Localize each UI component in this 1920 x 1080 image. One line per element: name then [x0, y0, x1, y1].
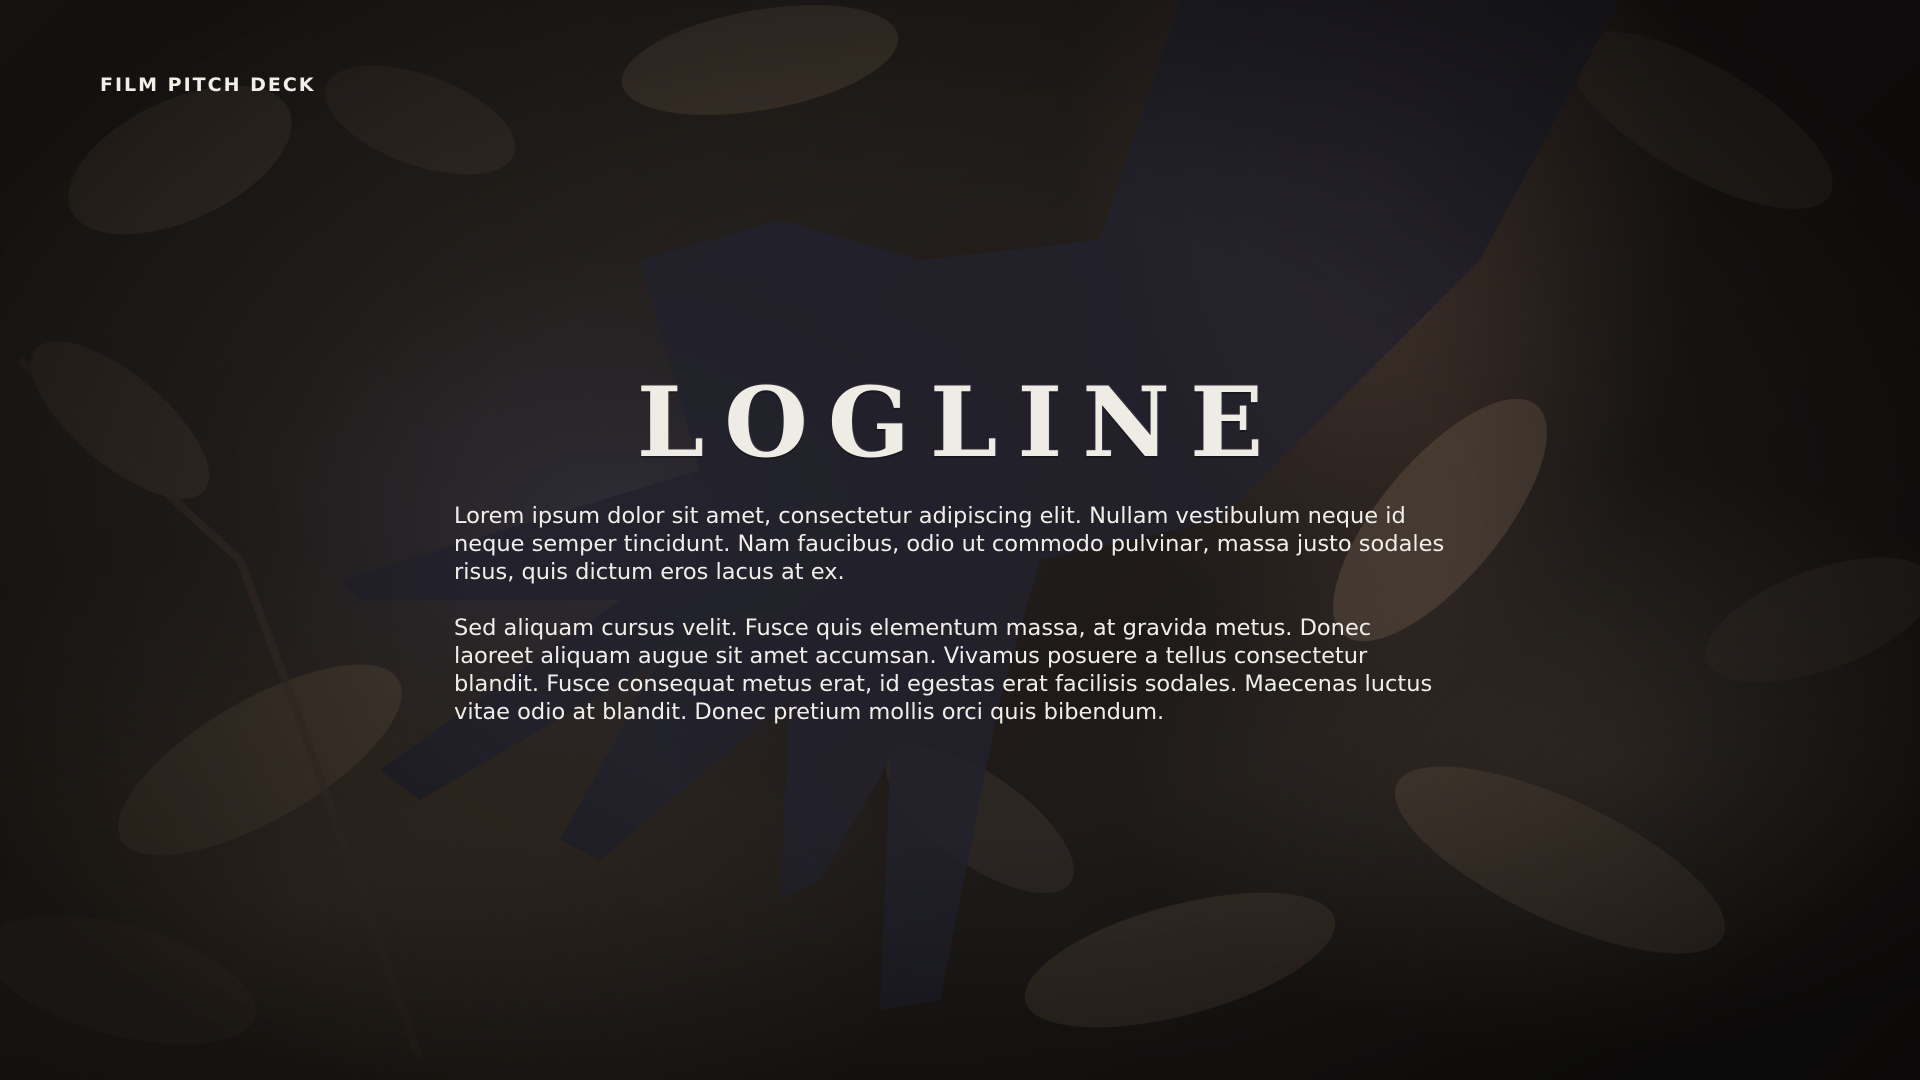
logline-body: Lorem ipsum dolor sit amet, consectetur … [454, 502, 1454, 754]
slide-title: LOGLINE [636, 366, 1284, 479]
logline-paragraph: Sed aliquam cursus velit. Fusce quis ele… [454, 615, 1433, 725]
deck-label: FILM PITCH DECK [100, 74, 316, 96]
logline-paragraph: Lorem ipsum dolor sit amet, consectetur … [454, 503, 1445, 585]
slide: FILM PITCH DECK LOGLINE Lorem ipsum dolo… [0, 0, 1920, 1080]
